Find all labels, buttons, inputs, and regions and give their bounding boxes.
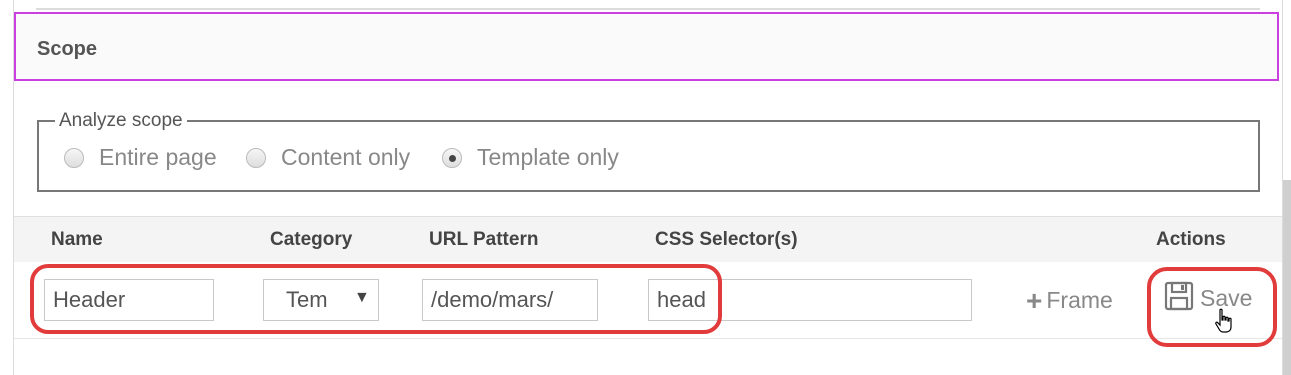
column-header-actions: Actions (1156, 229, 1226, 250)
column-header-name: Name (51, 229, 103, 250)
analyze-scope-legend: Analyze scope (55, 110, 187, 132)
scope-section-header[interactable]: Scope (14, 12, 1279, 81)
radio-label-template-only[interactable]: Template only (477, 144, 619, 171)
radio-template-only[interactable]: Template only (442, 144, 619, 171)
radio-entire-page[interactable]: Entire page (64, 144, 217, 171)
scope-title: Scope (37, 38, 98, 60)
radio-label-entire-page[interactable]: Entire page (99, 144, 217, 171)
radio-label-content-only[interactable]: Content only (281, 144, 410, 171)
radio-button-entire-page[interactable] (64, 147, 84, 168)
analyze-scope-fieldset (37, 120, 1260, 192)
plus-icon: + (1026, 284, 1043, 316)
frame-label: Frame (1046, 287, 1113, 313)
scrollbar-thumb[interactable] (1283, 180, 1291, 375)
radio-button-template-only[interactable] (442, 147, 462, 168)
add-frame-button[interactable]: + Frame (1026, 284, 1113, 316)
top-divider (36, 8, 1260, 10)
column-header-css-selector: CSS Selector(s) (655, 229, 798, 250)
table-header-row (14, 216, 1282, 264)
column-header-url-pattern: URL Pattern (429, 229, 539, 250)
annotation-highlight-row-fields (30, 264, 722, 334)
radio-content-only[interactable]: Content only (246, 144, 410, 171)
radio-button-content-only[interactable] (246, 147, 266, 168)
column-header-category: Category (270, 229, 353, 250)
css-selector-input-extension[interactable] (716, 279, 972, 321)
annotation-highlight-save (1147, 267, 1277, 347)
